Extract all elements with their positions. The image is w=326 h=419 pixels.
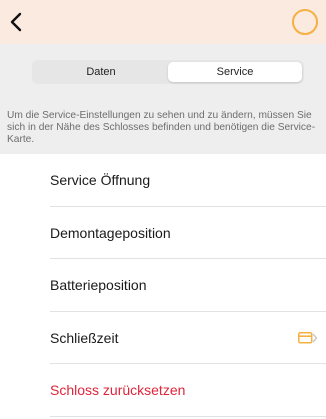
menu-item-batterieposition[interactable]: Batterieposition	[0, 259, 326, 312]
tab-daten[interactable]: Daten	[34, 62, 168, 82]
card-chevron-icon	[298, 331, 318, 343]
menu-item-label: Demontageposition	[50, 224, 171, 241]
menu-item-label: Batterieposition	[50, 277, 147, 294]
info-text: Um die Service-Einstellungen zu sehen un…	[7, 110, 316, 146]
menu-item-label: Service Öffnung	[50, 172, 151, 189]
tab-service[interactable]: Service	[168, 62, 302, 82]
segment-area: Daten Service	[0, 44, 326, 102]
menu-item-label: Schloss zurücksetzen	[50, 382, 186, 399]
status-ring-icon[interactable]	[292, 9, 318, 35]
menu-item-service-oeffnung[interactable]: Service Öffnung	[0, 154, 326, 207]
navigation-bar	[0, 0, 326, 44]
chevron-left-icon	[10, 12, 22, 32]
segmented-control: Daten Service	[32, 60, 304, 84]
service-menu-list: Service Öffnung Demontageposition Batter…	[0, 154, 326, 417]
menu-item-label: Schließzeit	[50, 329, 119, 346]
menu-item-demontageposition[interactable]: Demontageposition	[0, 207, 326, 260]
menu-item-schloss-zuruecksetzen[interactable]: Schloss zurücksetzen	[0, 364, 326, 417]
back-button[interactable]	[6, 10, 28, 34]
info-section: Um die Service-Einstellungen zu sehen un…	[0, 102, 326, 154]
menu-item-schliesszeit[interactable]: Schließzeit	[0, 312, 326, 365]
